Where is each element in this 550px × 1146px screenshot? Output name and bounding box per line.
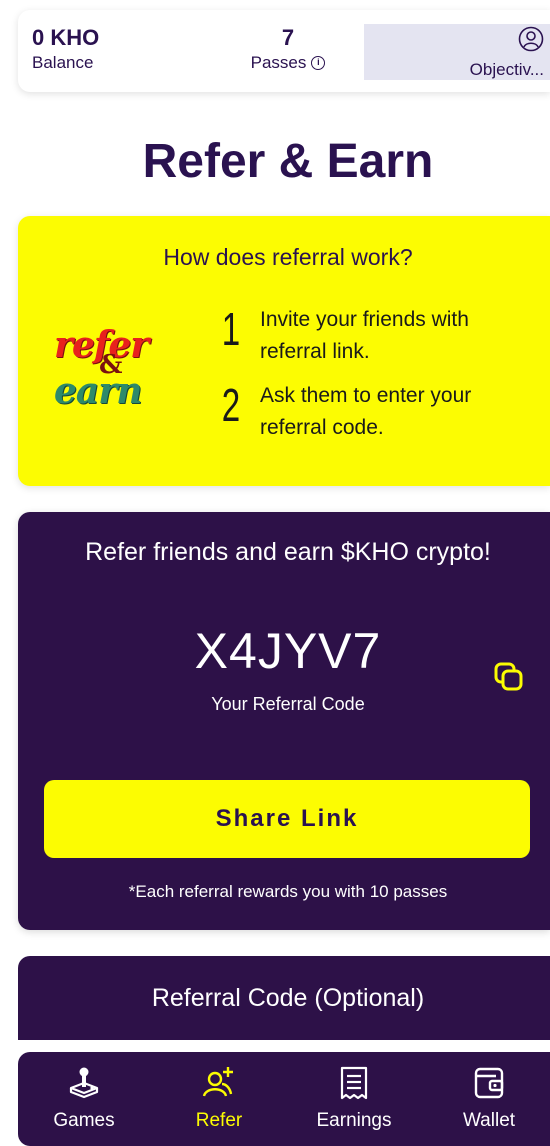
passes-label: Passes bbox=[250, 53, 307, 72]
nav-label: Games bbox=[53, 1110, 115, 1131]
divider bbox=[0, 1040, 550, 1052]
page-title: Refer & Earn bbox=[142, 135, 434, 188]
step-item: 2 Ask them to enter your referral code. bbox=[216, 380, 530, 444]
step-item: 1 Invite your friends with referral link… bbox=[216, 304, 530, 368]
referral-card-title: Refer friends and earn $KHO crypto! bbox=[85, 538, 491, 566]
receipt-icon bbox=[340, 1066, 368, 1100]
referral-code-card: Refer friends and earn $KHO crypto! X4JY… bbox=[18, 512, 550, 930]
profile-icon[interactable] bbox=[518, 26, 544, 52]
copy-icon[interactable] bbox=[492, 660, 526, 694]
wallet-icon bbox=[474, 1067, 504, 1099]
share-link-button[interactable]: Share Link bbox=[44, 780, 530, 858]
referral-code: X4JYV7 bbox=[194, 623, 382, 679]
optional-referral-title: Referral Code (Optional) bbox=[151, 984, 425, 1012]
nav-label: Refer bbox=[195, 1110, 243, 1131]
logo-earn-text: earn bbox=[54, 370, 142, 412]
passes-stat[interactable]: 7 Passes i bbox=[246, 24, 330, 74]
how-it-works-title: How does referral work? bbox=[163, 244, 413, 270]
nav-label: Earnings bbox=[316, 1110, 392, 1131]
optional-referral-code-section[interactable]: Referral Code (Optional) bbox=[18, 956, 550, 1040]
nav-item-games[interactable]: Games bbox=[34, 1052, 134, 1146]
passes-value: 7 bbox=[281, 25, 295, 50]
objective-button[interactable]: Objectiv... bbox=[364, 24, 550, 80]
nav-item-wallet[interactable]: Wallet bbox=[439, 1052, 539, 1146]
balance-stat[interactable]: 0 KHO Balance bbox=[32, 24, 99, 74]
bottom-nav: Games Refer Earnings Wallet bbox=[18, 1052, 550, 1146]
joystick-icon bbox=[69, 1067, 99, 1099]
info-icon[interactable]: i bbox=[311, 56, 326, 70]
balance-label: Balance bbox=[32, 53, 94, 72]
objective-label: Objectiv... bbox=[469, 60, 544, 79]
refer-earn-logo: refer & earn bbox=[54, 324, 174, 414]
stats-bar: 0 KHO Balance 7 Passes i Objectiv... bbox=[18, 10, 550, 92]
nav-item-earnings[interactable]: Earnings bbox=[304, 1052, 404, 1146]
balance-value: 0 KHO bbox=[32, 25, 100, 50]
step-text: Ask them to enter your referral code. bbox=[260, 384, 472, 439]
step-number: 1 bbox=[221, 303, 241, 355]
nav-label: Wallet bbox=[462, 1110, 516, 1131]
how-it-works-card: How does referral work? refer & earn 1 I… bbox=[18, 216, 550, 486]
referral-code-label: Your Referral Code bbox=[211, 694, 365, 714]
step-number: 2 bbox=[221, 379, 241, 431]
reward-note: *Each referral rewards you with 10 passe… bbox=[128, 882, 448, 901]
step-text: Invite your friends with referral link. bbox=[260, 308, 469, 363]
nav-item-refer[interactable]: Refer bbox=[169, 1052, 269, 1146]
add-user-icon bbox=[202, 1067, 233, 1097]
